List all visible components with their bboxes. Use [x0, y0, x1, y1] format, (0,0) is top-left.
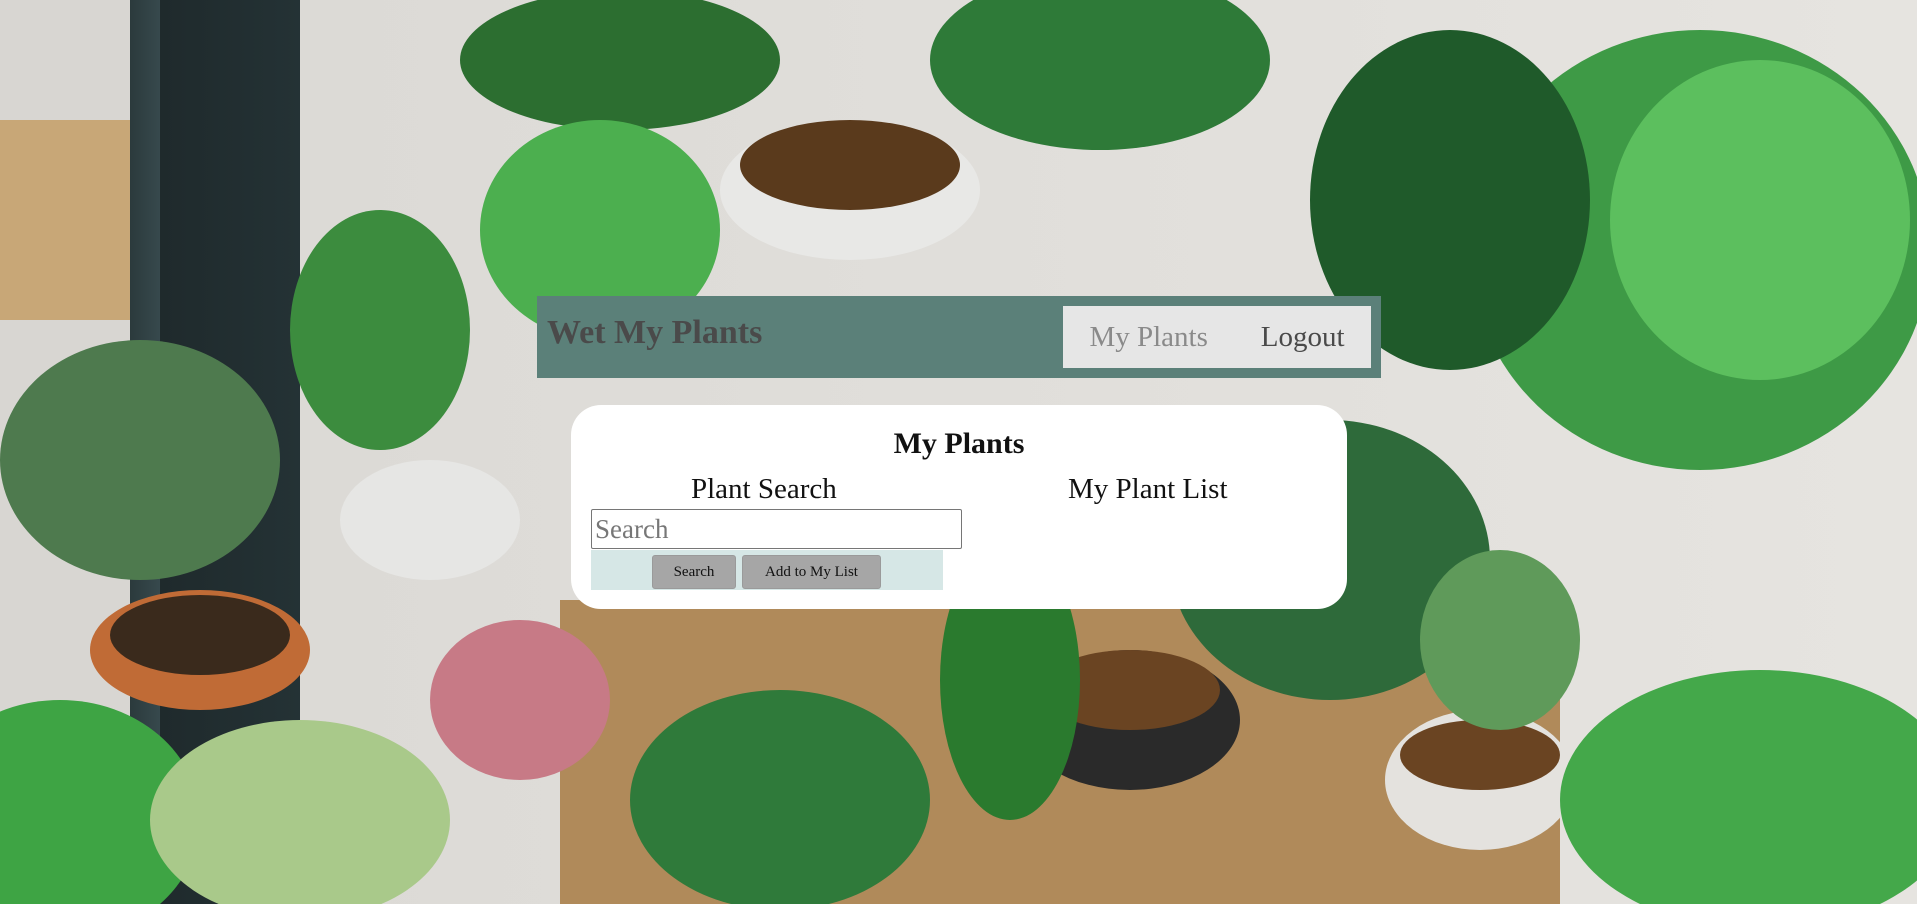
my-plant-list-heading: My Plant List: [1068, 473, 1228, 505]
nav-logout-link[interactable]: Logout: [1261, 321, 1345, 354]
top-navbar: Wet My Plants My Plants Logout: [537, 296, 1381, 378]
nav-my-plants-link[interactable]: My Plants: [1089, 321, 1207, 354]
my-plants-card: My Plants Plant Search My Plant List Sea…: [571, 405, 1347, 609]
nav-links: My Plants Logout: [1063, 306, 1371, 368]
add-to-my-list-button[interactable]: Add to My List: [742, 555, 881, 589]
site-brand: Wet My Plants: [547, 314, 763, 351]
search-button[interactable]: Search: [652, 555, 736, 589]
plant-search-input[interactable]: [591, 509, 962, 549]
search-button-row: Search Add to My List: [591, 550, 943, 590]
page-title: My Plants: [893, 427, 1025, 460]
plant-search-heading: Plant Search: [691, 473, 837, 505]
